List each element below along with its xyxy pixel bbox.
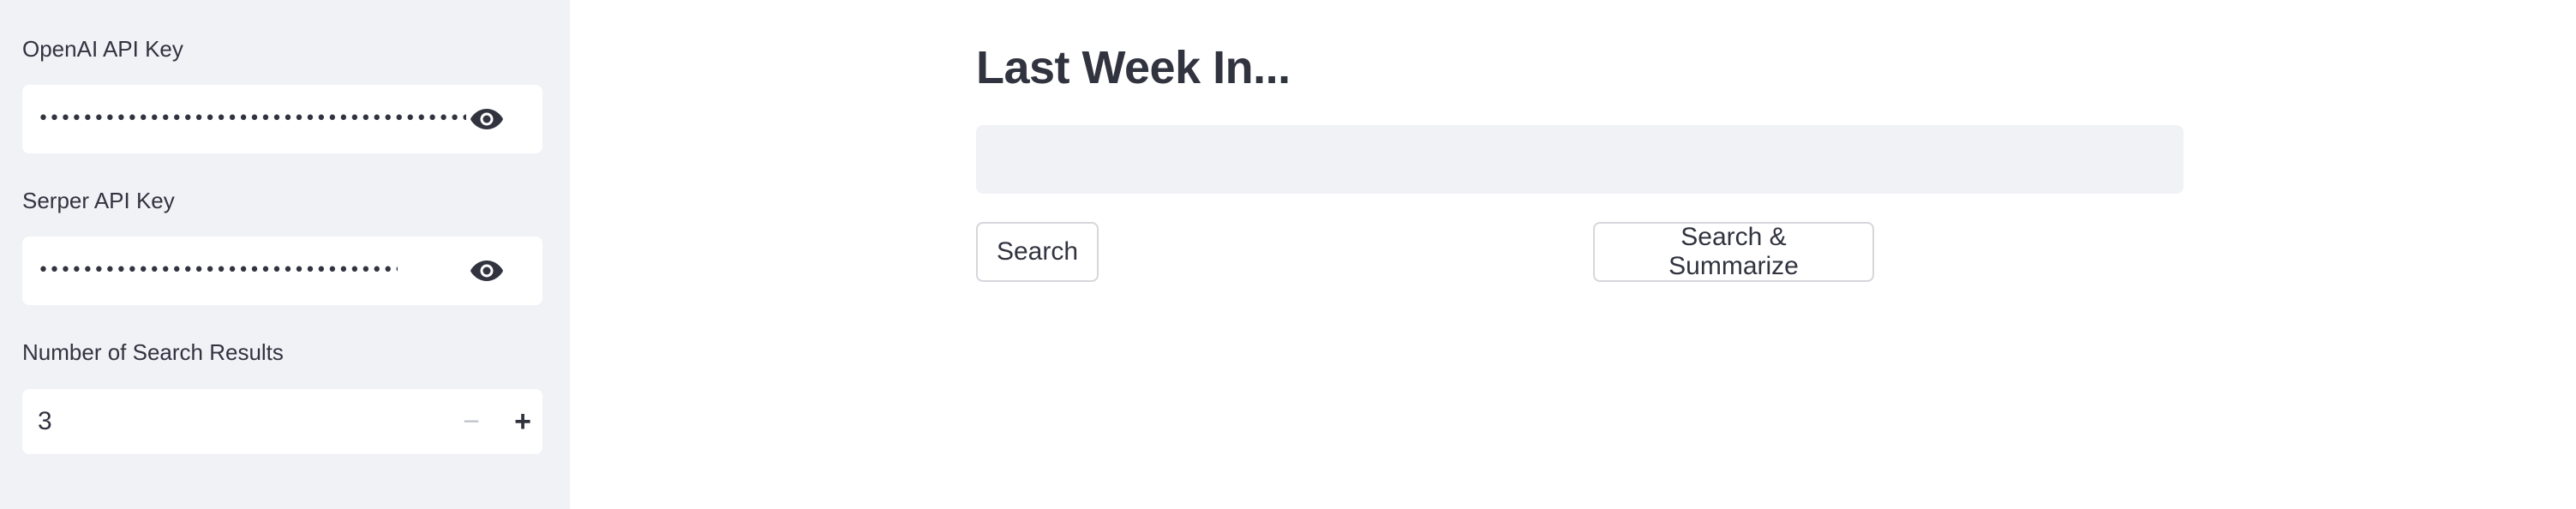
num-results-label: Number of Search Results [22,339,284,365]
decrement-button[interactable]: − [447,389,495,454]
num-results-field[interactable]: 3 − + [22,389,542,454]
increment-button[interactable]: + [499,389,547,454]
num-results-value[interactable]: 3 [38,389,52,454]
search-button[interactable]: Search [976,222,1099,282]
openai-key-visibility-toggle[interactable] [468,102,506,136]
topic-input[interactable] [976,125,2184,194]
page-title: Last Week In... [976,42,1291,93]
sidebar: OpenAI API Key •••••••••••••••••••••••••… [0,0,570,509]
openai-key-masked-value[interactable]: ••••••••••••••••••••••••••••••••••••••••… [38,85,466,153]
openai-key-field[interactable]: ••••••••••••••••••••••••••••••••••••••••… [22,85,542,153]
serper-key-label: Serper API Key [22,188,175,213]
app-root: OpenAI API Key •••••••••••••••••••••••••… [0,0,2576,509]
eye-icon [470,109,503,129]
search-summarize-button[interactable]: Search & Summarize [1593,222,1874,282]
serper-key-visibility-toggle[interactable] [468,254,506,288]
serper-key-field[interactable]: •••••••••••••••••••••••••••••••••••••••• [22,237,542,305]
openai-key-label: OpenAI API Key [22,36,183,62]
eye-icon [470,260,503,281]
serper-key-masked-value[interactable]: •••••••••••••••••••••••••••••••••••••••• [38,237,398,305]
